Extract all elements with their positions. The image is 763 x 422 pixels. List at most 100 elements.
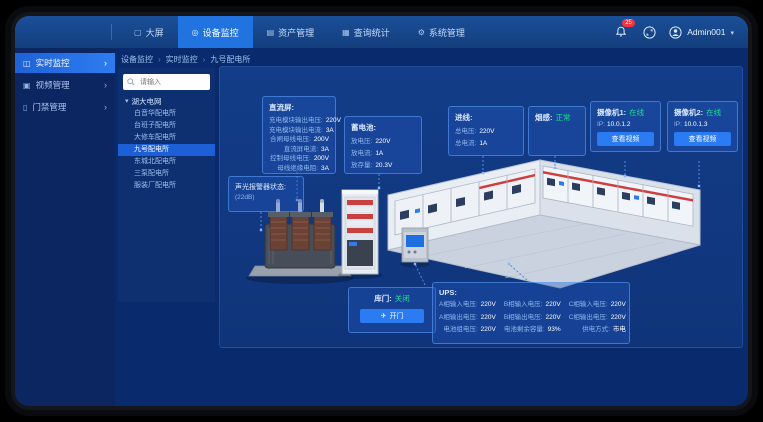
tab-icon: ▦ <box>342 28 350 37</box>
field-row: B相输入电压:220V <box>504 300 561 310</box>
tab-label: 资产管理 <box>278 26 314 39</box>
notification-bell-icon[interactable]: 25 <box>613 24 629 40</box>
ups-panel: UPS: A相输入电压:220V B相输入电压:220V C相输入电压:220V… <box>432 282 630 344</box>
nav-tab[interactable]: ▤ 资产管理 <box>253 16 329 48</box>
chevron-right-icon <box>104 80 107 90</box>
left-sidebar: ◫ 实时监控 ▣ 视频管理 ▯ 门禁管理 <box>15 48 115 406</box>
breadcrumb-label: 设备监控 <box>121 54 153 65</box>
tab-label: 系统管理 <box>429 26 465 39</box>
sidebar-item[interactable]: ◫ 实时监控 <box>15 53 115 73</box>
user-name: Admin001 <box>687 27 725 37</box>
field-row: 控制母线电压:200V <box>269 154 329 164</box>
tab-icon: ⚙ <box>418 28 425 37</box>
field-row: C相输入电压:220V <box>569 300 626 310</box>
sidebar-item[interactable]: ▣ 视频管理 <box>15 75 115 95</box>
dc-fields: 充电模块输出电压:220V 充电模块输出电流:3A 合闸母线电压:200V 直流… <box>269 116 329 173</box>
battery-panel: 蓄电池: 放电压:220V 放电流:1A 放存量:20.3V <box>344 116 422 174</box>
field-row: 直流屏电流:3A <box>269 145 329 155</box>
user-avatar-icon <box>669 26 682 39</box>
breadcrumb-separator: › <box>203 55 206 64</box>
field-row: 放电压:220V <box>351 136 415 148</box>
user-menu[interactable]: Admin001 <box>669 26 734 39</box>
view-video-button[interactable]: 查看视频 <box>674 132 731 146</box>
sidebar-item-icon: ◫ <box>23 59 31 68</box>
notification-badge: 25 <box>622 19 635 27</box>
field-row: 总电流:1A <box>455 138 517 150</box>
topbar-right-cluster: 25 Admin001 <box>613 16 748 48</box>
camera-panel: 摄像机1: 在线 IP:10.0.1.2 查看视频 <box>590 101 661 152</box>
battery-fields: 放电压:220V 放电流:1A 放存量:20.3V <box>351 136 415 172</box>
tree-item[interactable]: 三泵配电所 <box>118 168 215 180</box>
open-door-button[interactable]: 开门 <box>360 309 424 323</box>
chevron-down-icon <box>730 27 734 37</box>
panel-title: 进线: <box>455 112 517 123</box>
camera-ip-row: IP:10.0.1.2 <box>597 121 654 128</box>
chevron-right-icon <box>104 58 107 68</box>
field-row: 充电模块输出电流:3A <box>269 126 329 136</box>
tree-item-list: 白音华配电所台班子配电所大修车配电所九号配电所东城北配电所三泵配电所服装厂配电所 <box>118 108 215 192</box>
door-panel: 库门: 关闭 开门 <box>348 287 436 333</box>
substation-tree-panel: 湖大电网 白音华配电所台班子配电所大修车配电所九号配电所东城北配电所三泵配电所服… <box>118 68 215 302</box>
nav-tab[interactable]: ◎ 设备监控 <box>178 16 253 48</box>
breadcrumb-item[interactable]: 设备监控 › <box>121 54 166 65</box>
field-row: C相输出电压:220V <box>569 313 626 323</box>
sidebar-item-label: 视频管理 <box>36 79 70 91</box>
smoke-status: 正常 <box>556 112 571 123</box>
breadcrumb-separator: › <box>158 55 161 64</box>
panel-title: 蓄电池: <box>351 122 415 133</box>
field-row: 电池剩余容量:93% <box>504 325 561 335</box>
field-row: 放存量:20.3V <box>351 160 415 172</box>
camera-status: 在线 <box>629 107 644 118</box>
sound-light-alarm-panel: 声光报警器状态: (22dB) <box>228 176 304 212</box>
field-row: 母线绝缘电阻:3A <box>269 164 329 174</box>
dc-screen-panel: 直流屏: 充电模块输出电压:220V 充电模块输出电流:3A 合闸母线电压:20… <box>262 96 336 174</box>
search-input[interactable] <box>138 78 212 87</box>
sidebar-item-icon: ▯ <box>23 103 27 112</box>
view-video-button[interactable]: 查看视频 <box>597 132 654 146</box>
tree-root-label: 湖大电网 <box>132 96 162 107</box>
field-row: 总电压:220V <box>455 126 517 138</box>
breadcrumb-label: 实时监控 <box>166 54 198 65</box>
ups-fields: A相输入电压:220V B相输入电压:220V C相输入电压:220V A相输出… <box>439 300 623 335</box>
tree-item[interactable]: 白音华配电所 <box>118 108 215 120</box>
breadcrumb: 设备监控 › 实时监控 › 九号配电所 › <box>121 53 250 65</box>
open-door-icon <box>381 312 387 320</box>
camera-panels: 摄像机1: 在线 IP:10.0.1.2 查看视频 摄像机2: 在线 IP:10… <box>590 101 738 152</box>
app-window: ▢ 大屏 ◎ 设备监控 ▤ 资产管理 ▦ 查询统计 ⚙ 系统管理 25 <box>15 16 748 406</box>
door-label: 库门: <box>374 293 392 304</box>
alarm-label: 声光报警器状态: <box>235 182 297 192</box>
breadcrumb-item[interactable]: 实时监控 › <box>166 54 211 65</box>
chevron-right-icon <box>104 102 107 112</box>
sidebar-item-label: 实时监控 <box>36 57 70 69</box>
nav-tab[interactable]: ⚙ 系统管理 <box>404 16 479 48</box>
tree-item[interactable]: 东城北配电所 <box>118 156 215 168</box>
incoming-fields: 总电压:220V 总电流:1A <box>455 126 517 150</box>
field-row: A相输出电压:220V <box>439 313 496 323</box>
tree-item[interactable]: 服装厂配电所 <box>118 180 215 192</box>
field-row: 充电模块输出电压:220V <box>269 116 329 126</box>
door-status: 关闭 <box>395 293 410 304</box>
panel-title: 直流屏: <box>269 102 329 113</box>
sidebar-item[interactable]: ▯ 门禁管理 <box>15 97 115 117</box>
logo-area <box>15 24 112 40</box>
smoke-sensor-panel: 烟感: 正常 <box>528 106 586 156</box>
smoke-label: 烟感: <box>535 112 553 123</box>
panel-title: UPS: <box>439 288 623 297</box>
camera-panel: 摄像机2: 在线 IP:10.0.1.3 查看视频 <box>667 101 738 152</box>
tree-search-box[interactable] <box>123 74 210 90</box>
tree-item[interactable]: 九号配电所 <box>118 144 215 156</box>
breadcrumb-item[interactable]: 九号配电所 › <box>210 54 250 65</box>
fullscreen-icon[interactable] <box>641 24 657 40</box>
incoming-line-panel: 进线: 总电压:220V 总电流:1A <box>448 106 524 156</box>
tab-icon: ▢ <box>134 28 142 37</box>
tree-item[interactable]: 台班子配电所 <box>118 120 215 132</box>
field-row: 合闸母线电压:200V <box>269 135 329 145</box>
field-row: 放电流:1A <box>351 148 415 160</box>
nav-tab[interactable]: ▦ 查询统计 <box>328 16 404 48</box>
tree-item[interactable]: 大修车配电所 <box>118 132 215 144</box>
tree-root-node[interactable]: 湖大电网 <box>118 94 215 108</box>
nav-tab[interactable]: ▢ 大屏 <box>120 16 178 48</box>
tab-label: 查询统计 <box>354 26 390 39</box>
sidebar-item-icon: ▣ <box>23 81 31 90</box>
field-row: 电池组电压:220V <box>439 325 496 335</box>
